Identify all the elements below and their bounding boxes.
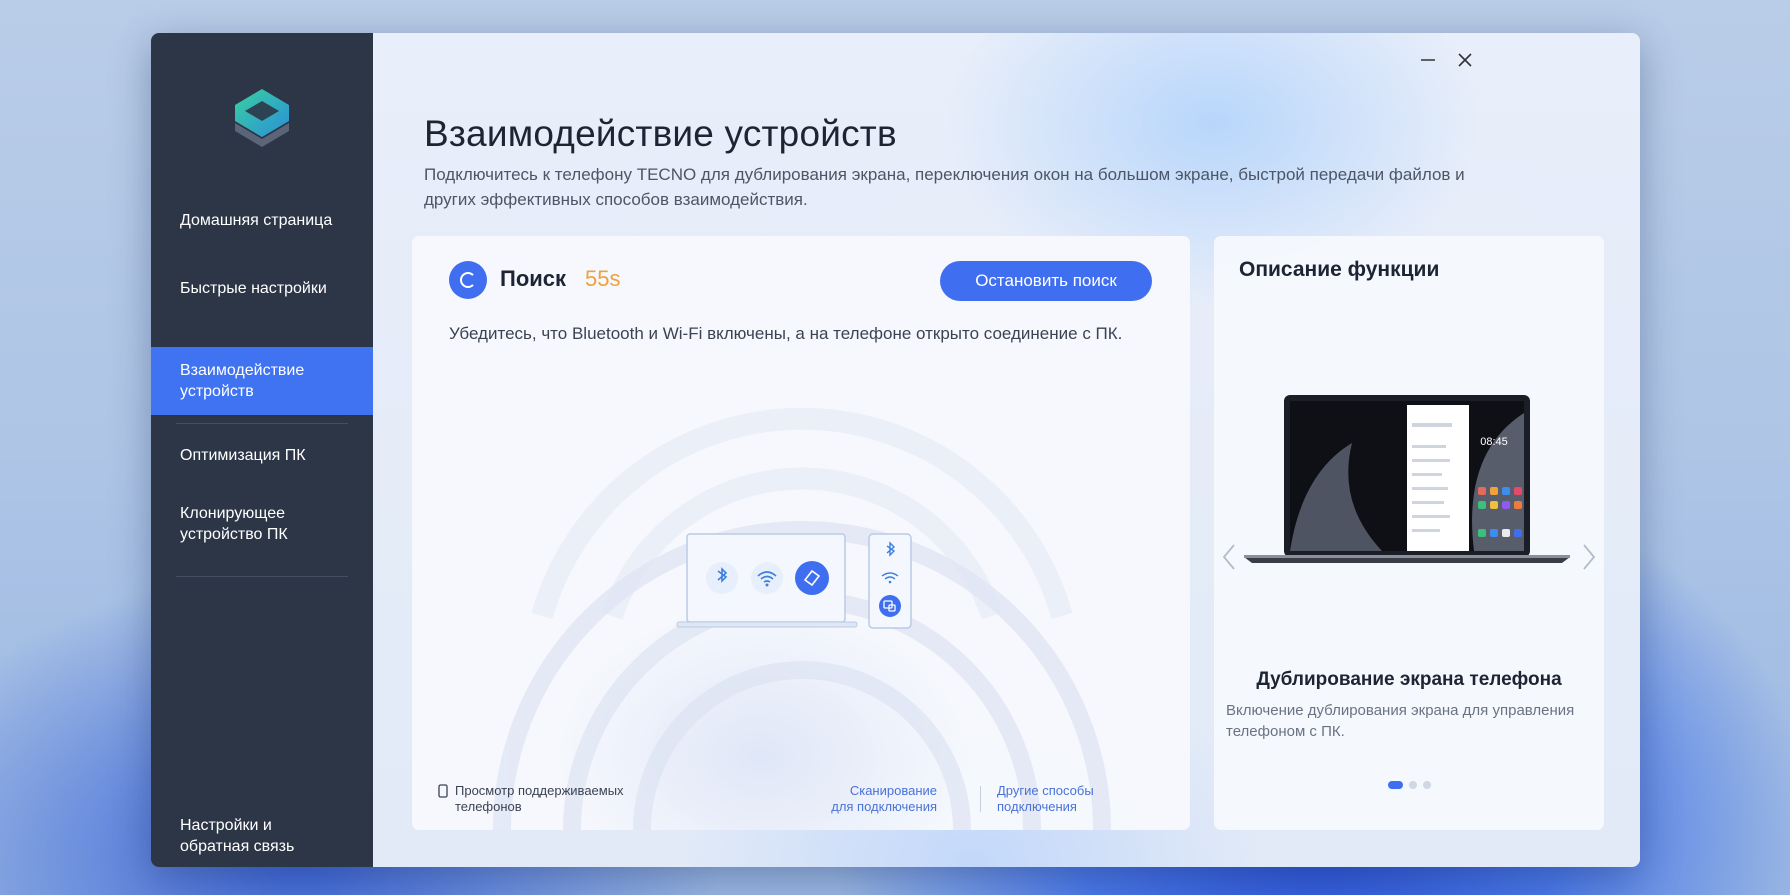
main-content: Взаимодействие устройств Подключитесь к …	[373, 33, 1640, 867]
sidebar-item-home[interactable]: Домашняя страница	[151, 199, 373, 241]
function-card-title: Описание функции	[1239, 258, 1440, 281]
search-spinner-icon	[449, 261, 487, 299]
previous-slide-button[interactable]	[1219, 539, 1241, 575]
app-logo-icon	[235, 89, 289, 147]
minimize-icon	[1421, 59, 1435, 61]
sidebar-item-pc-optimization[interactable]: Оптимизация ПК	[151, 434, 373, 476]
search-timer: 55s	[585, 266, 621, 291]
sidebar-item-label: Настройки и обратная связь	[180, 817, 295, 855]
feature-description: Включение дублирования экрана для управл…	[1226, 702, 1575, 740]
carousel-dot[interactable]	[1423, 781, 1431, 789]
scan-to-connect-link[interactable]: Сканирование для подключения	[827, 783, 937, 815]
link-divider	[980, 786, 981, 812]
sidebar-item-label: Быстрые настройки	[180, 279, 327, 297]
devices-illustration	[676, 533, 912, 629]
close-icon	[1458, 53, 1472, 67]
feature-title: Дублирование экрана телефона	[1256, 669, 1562, 690]
carousel-dot[interactable]	[1409, 781, 1417, 789]
page-subtitle: Подключитесь к телефону TECNO для дублир…	[424, 165, 1465, 209]
page-title: Взаимодействие устройств	[424, 113, 897, 154]
other-connection-methods-link[interactable]: Другие способы подключения	[997, 783, 1107, 815]
sidebar: Домашняя страница Быстрые настройки Взаи…	[151, 33, 373, 867]
sidebar-divider	[176, 576, 348, 577]
app-window: Домашняя страница Быстрые настройки Взаи…	[151, 33, 1640, 867]
phone-clock: 08:45	[1480, 436, 1508, 448]
search-label: Поиск	[500, 266, 567, 291]
chevron-left-icon	[1222, 544, 1235, 570]
screen-mirroring-illustration: 08:45	[1244, 395, 1570, 563]
sidebar-item-device-interaction[interactable]: Взаимодействие устройств	[151, 347, 373, 415]
sidebar-item-clone-device[interactable]: Клонирующее устройство ПК	[151, 490, 373, 558]
view-phones-label: Просмотр поддерживаемых телефонов	[455, 783, 624, 814]
view-supported-phones-link[interactable]: Просмотр поддерживаемых телефонов	[437, 783, 625, 815]
minimize-button[interactable]	[1410, 43, 1446, 77]
function-description-card: Описание функции 08:45 Дублирование экра…	[1214, 236, 1604, 830]
sidebar-item-label: Клонирующее устройство ПК	[180, 505, 288, 543]
sidebar-item-settings-feedback[interactable]: Настройки и обратная связь	[151, 811, 373, 861]
search-hint: Убедитесь, что Bluetooth и Wi-Fi включен…	[449, 324, 1123, 343]
next-slide-button[interactable]	[1577, 539, 1599, 575]
carousel-indicator	[1388, 781, 1431, 789]
carousel-dot[interactable]	[1388, 781, 1403, 789]
close-button[interactable]	[1447, 43, 1483, 77]
sidebar-item-label: Домашняя страница	[180, 211, 333, 229]
sidebar-divider	[176, 423, 348, 424]
chevron-right-icon	[1583, 544, 1596, 570]
search-card: Поиск 55s Остановить поиск Убедитесь, чт…	[412, 236, 1190, 830]
sidebar-item-label: Взаимодействие устройств	[180, 362, 305, 400]
sidebar-item-label: Оптимизация ПК	[180, 446, 306, 464]
sidebar-item-quick-settings[interactable]: Быстрые настройки	[151, 267, 373, 309]
phone-icon	[438, 784, 448, 798]
stop-search-button[interactable]: Остановить поиск	[940, 261, 1152, 301]
